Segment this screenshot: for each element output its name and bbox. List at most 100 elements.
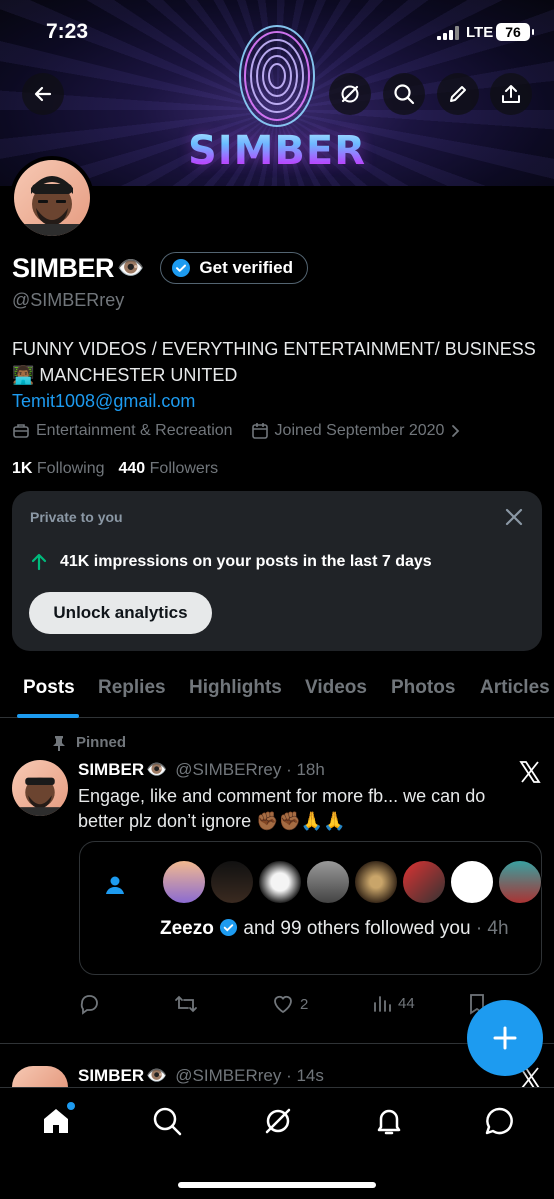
search-icon xyxy=(394,84,415,105)
bio-line-1: FUNNY VIDEOS / EVERYTHING ENTERTAINMENT/… xyxy=(12,339,536,359)
follower-avatar[interactable] xyxy=(258,860,302,904)
profile-meta-row: Entertainment & Recreation Joined Septem… xyxy=(12,422,462,440)
bio-line-2: 👨🏾‍💻 MANCHESTER UNITED xyxy=(12,365,238,385)
battery-icon: 76 xyxy=(496,23,534,41)
unlock-analytics-button[interactable]: Unlock analytics xyxy=(29,592,212,634)
share-icon xyxy=(502,85,520,103)
following-count: 1K xyxy=(12,460,33,477)
share-button[interactable] xyxy=(490,73,532,115)
reply-button[interactable] xyxy=(78,993,100,1015)
display-name: SIMBER xyxy=(12,252,115,283)
follower-avatar[interactable] xyxy=(162,860,206,904)
nav-notifications[interactable] xyxy=(373,1105,405,1137)
analytics-card: Private to you 41K impressions on your p… xyxy=(12,491,542,651)
get-verified-button[interactable]: Get verified xyxy=(160,252,308,284)
post-text: Engage, like and comment for more fb... … xyxy=(78,786,486,831)
follower-avatar[interactable] xyxy=(306,860,350,904)
arrow-up-icon xyxy=(31,553,47,571)
joined-date[interactable]: Joined September 2020 xyxy=(275,422,445,440)
next-post-avatar[interactable] xyxy=(12,1066,68,1087)
follower-avatar[interactable] xyxy=(210,860,254,904)
profile-bio: FUNNY VIDEOS / EVERYTHING ENTERTAINMENT/… xyxy=(12,336,542,414)
home-icon xyxy=(44,1109,68,1133)
follow-notification-text: Zeezo and 99 others followed you · 4h xyxy=(160,916,530,942)
banner-logo-text: SIMBER xyxy=(0,128,554,174)
reply-icon xyxy=(80,995,98,1015)
status-bar: 7:23 LTE 76 xyxy=(0,0,554,64)
follower-avatars xyxy=(162,860,542,904)
followers-label: Followers xyxy=(149,460,219,477)
tab-articles[interactable]: Articles xyxy=(480,677,550,699)
profile-tabs: Posts Replies Highlights Videos Photos A… xyxy=(0,664,554,718)
pin-icon xyxy=(53,735,65,751)
like-button[interactable]: 2 xyxy=(272,993,308,1015)
get-verified-label: Get verified xyxy=(199,258,293,277)
following-link[interactable]: 1K Following xyxy=(12,460,105,478)
verified-badge-icon xyxy=(220,918,238,937)
briefcase-icon xyxy=(13,424,29,438)
post-author-avatar[interactable] xyxy=(12,760,68,816)
impressions-text: 41K impressions on your posts in the las… xyxy=(60,553,432,570)
network-label: LTE xyxy=(466,24,494,41)
home-indicator-bar xyxy=(178,1182,376,1188)
next-post-header: SIMBER 👁️ @SIMBERrey · 14s xyxy=(78,1066,324,1086)
post-header: SIMBER 👁️ @SIMBERrey · 18h xyxy=(78,760,325,780)
search-icon xyxy=(153,1107,182,1136)
grok-icon xyxy=(265,1108,291,1134)
profile-name-row: SIMBER 👁️ Get verified xyxy=(12,252,308,284)
nav-home[interactable] xyxy=(40,1102,75,1137)
compose-post-button[interactable] xyxy=(467,1000,543,1076)
edit-profile-button[interactable] xyxy=(437,73,479,115)
follower-avatar[interactable] xyxy=(402,860,446,904)
bio-email-link[interactable]: Temit1008@gmail.com xyxy=(12,388,542,414)
chevron-right-icon[interactable] xyxy=(450,424,462,438)
close-icon[interactable] xyxy=(502,505,526,529)
tab-highlights[interactable]: Highlights xyxy=(189,677,282,699)
nav-search[interactable] xyxy=(151,1105,183,1137)
nav-grok[interactable] xyxy=(262,1105,294,1137)
profile-handle: @SIMBERrey xyxy=(12,290,125,310)
chat-bubble-icon xyxy=(485,1107,513,1135)
follower-avatar[interactable] xyxy=(498,860,542,904)
next-post-author-name[interactable]: SIMBER xyxy=(78,1066,144,1086)
private-label: Private to you xyxy=(30,509,123,525)
like-count: 2 xyxy=(300,995,309,1013)
tab-videos[interactable]: Videos xyxy=(305,677,367,699)
profile-avatar[interactable] xyxy=(10,156,94,240)
followers-link[interactable]: 440 Followers xyxy=(119,460,219,478)
repost-icon xyxy=(175,995,197,1013)
profile-category: Entertainment & Recreation xyxy=(36,422,233,439)
plus-icon xyxy=(493,1026,517,1050)
grok-button[interactable] xyxy=(329,73,371,115)
followers-count: 440 xyxy=(118,460,146,477)
bottom-navigation xyxy=(0,1087,554,1199)
post-author-name[interactable]: SIMBER xyxy=(78,760,144,780)
views-icon xyxy=(374,996,391,1012)
repost-button[interactable] xyxy=(174,993,198,1015)
bell-icon xyxy=(377,1109,401,1135)
post-author-emoji: 👁️ xyxy=(146,760,168,779)
avatar-image xyxy=(14,160,90,236)
nav-messages[interactable] xyxy=(483,1105,515,1137)
follow-rest-text: and 99 others followed you xyxy=(243,918,471,939)
back-arrow-icon xyxy=(34,86,52,102)
follow-stats: 1K Following 440 Followers xyxy=(12,460,218,478)
tab-photos[interactable]: Photos xyxy=(391,677,455,699)
status-time: 7:23 xyxy=(46,20,89,43)
heart-icon xyxy=(274,995,292,1014)
active-tab-indicator xyxy=(17,714,79,718)
search-button[interactable] xyxy=(383,73,425,115)
back-button[interactable] xyxy=(22,73,64,115)
home-notification-dot xyxy=(67,1102,75,1110)
person-icon xyxy=(106,876,124,894)
verified-badge-icon xyxy=(172,259,191,277)
views-button[interactable]: 44 xyxy=(372,993,415,1013)
tab-posts[interactable]: Posts xyxy=(23,677,75,699)
follower-avatar[interactable] xyxy=(354,860,398,904)
following-label: Following xyxy=(36,460,105,477)
follower-avatar[interactable] xyxy=(450,860,494,904)
calendar-icon xyxy=(251,423,268,439)
tab-replies[interactable]: Replies xyxy=(98,677,166,699)
post-handle-time: @SIMBERrey · 18h xyxy=(175,760,325,779)
embedded-follow-card[interactable]: Zeezo and 99 others followed you · 4h xyxy=(79,841,542,975)
